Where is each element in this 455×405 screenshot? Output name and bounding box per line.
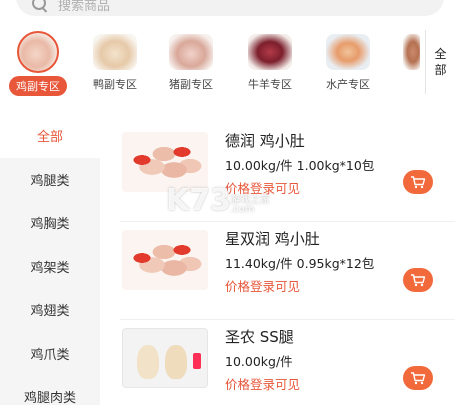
all-label-2: 部 xyxy=(434,63,447,77)
sidebar-item-wing[interactable]: 鸡翅类 xyxy=(0,288,100,332)
category-pork[interactable]: 猪副专区 xyxy=(153,28,229,92)
sidebar-item-leg[interactable]: 鸡腿类 xyxy=(0,158,100,202)
category-beef-lamb-image xyxy=(248,34,292,70)
product-image[interactable] xyxy=(122,132,208,192)
subcategory-sidebar: 全部 鸡腿类 鸡胸类 鸡架类 鸡翅类 鸡爪类 鸡腿肉类 xyxy=(0,114,100,405)
search-icon xyxy=(32,0,48,12)
search-placeholder: 搜索商品 xyxy=(58,0,111,14)
product-name: 星双润 鸡小肚 xyxy=(225,230,320,248)
search-bar[interactable]: 搜索商品 xyxy=(16,0,444,16)
cart-icon xyxy=(411,372,426,385)
product-spec: 11.40kg/件 0.95kg*12包 xyxy=(225,256,375,271)
category-label: 鸭副专区 xyxy=(93,78,137,91)
all-label-1: 全 xyxy=(434,47,447,61)
add-to-cart-button[interactable] xyxy=(403,366,433,390)
sidebar-item-breast[interactable]: 鸡胸类 xyxy=(0,201,100,245)
category-pork-image xyxy=(169,34,213,70)
product-spec: 10.00kg/件 1.00kg*10包 xyxy=(225,158,375,173)
category-label: 猪副专区 xyxy=(169,78,213,91)
add-to-cart-button[interactable] xyxy=(403,170,433,194)
product-image[interactable] xyxy=(122,230,208,290)
product-image[interactable] xyxy=(122,328,208,388)
category-beef-lamb[interactable]: 牛羊专区 xyxy=(232,28,308,92)
product-card[interactable]: 星双润 鸡小肚 11.40kg/件 0.95kg*12包 价格登录可见 xyxy=(120,222,455,320)
product-spec: 10.00kg/件 xyxy=(225,354,293,369)
category-chicken[interactable]: 鸡副专区 xyxy=(0,28,76,96)
product-name: 圣农 SS腿 xyxy=(225,328,294,346)
category-label: 牛羊专区 xyxy=(248,78,292,91)
category-seasoning-image xyxy=(403,34,420,70)
category-label: 鸡副专区 xyxy=(9,76,67,96)
category-seafood-image xyxy=(326,34,370,70)
add-to-cart-button[interactable] xyxy=(403,268,433,292)
all-categories-button[interactable]: 全 部 xyxy=(425,30,455,94)
category-chicken-image xyxy=(17,31,59,73)
product-price: 价格登录可见 xyxy=(225,181,301,196)
drumstick-shape xyxy=(137,345,159,379)
product-card[interactable]: 德润 鸡小肚 10.00kg/件 1.00kg*10包 价格登录可见 xyxy=(120,124,455,222)
sidebar-item-leg-meat[interactable]: 鸡腿肉类 xyxy=(0,375,100,405)
category-strip: 鸡副专区 鸭副专区 猪副专区 牛羊专区 水产专区 调 xyxy=(0,28,420,96)
product-name: 德润 鸡小肚 xyxy=(225,132,305,150)
product-card[interactable]: 圣农 SS腿 10.00kg/件 价格登录可见 xyxy=(120,320,455,405)
category-label: 调 xyxy=(368,76,420,92)
product-price: 价格登录可见 xyxy=(225,279,301,294)
sidebar-item-frame[interactable]: 鸡架类 xyxy=(0,245,100,289)
product-price: 价格登录可见 xyxy=(225,377,301,392)
category-duck[interactable]: 鸭副专区 xyxy=(77,28,153,92)
product-list: 德润 鸡小肚 10.00kg/件 1.00kg*10包 价格登录可见 星双润 鸡… xyxy=(120,124,455,405)
cart-icon xyxy=(411,274,426,287)
drumstick-shape xyxy=(165,345,187,379)
sidebar-item-all[interactable]: 全部 xyxy=(0,114,100,158)
sidebar-item-feet[interactable]: 鸡爪类 xyxy=(0,332,100,376)
cart-icon xyxy=(411,176,426,189)
category-duck-image xyxy=(93,34,137,70)
category-seasoning[interactable]: 调 xyxy=(368,28,420,92)
lighter-shape xyxy=(193,353,201,369)
